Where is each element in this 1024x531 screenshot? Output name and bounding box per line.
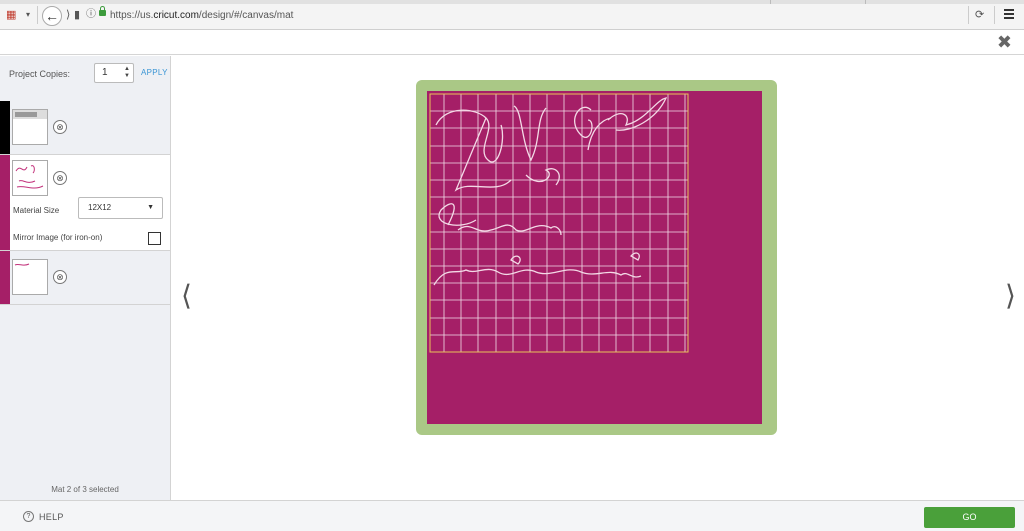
mirror-image-checkbox[interactable] <box>148 232 161 245</box>
help-icon[interactable]: ? <box>23 511 34 522</box>
info-icon[interactable]: ⓘ <box>86 9 96 21</box>
mat-color-strip <box>0 101 10 154</box>
project-copies-label: Project Copies: <box>9 69 71 79</box>
material-sheet <box>427 91 762 424</box>
chevron-down-icon[interactable]: ▾ <box>26 9 30 21</box>
project-copies-stepper[interactable]: 1 ▲ ▼ <box>94 63 134 83</box>
close-icon[interactable]: ✖ <box>997 33 1012 51</box>
mat-selection-status: Mat 2 of 3 selected <box>51 485 119 494</box>
mat-thumbnail[interactable] <box>12 259 48 295</box>
mat-item-3[interactable]: ⊗ <box>0 251 170 305</box>
help-link[interactable]: HELP <box>39 512 64 522</box>
apply-button[interactable]: APPLY <box>141 68 168 77</box>
mat-item-2[interactable]: ⊗ Material Size 12X12 ▼ Mirror Image (fo… <box>0 155 170 251</box>
menu-icon[interactable] <box>1004 9 1014 19</box>
back-button[interactable]: ← <box>42 6 62 26</box>
mat-preview-area: ⟨ ⟩ <box>172 56 1024 500</box>
mat-remove-icon[interactable]: ⊗ <box>53 270 67 284</box>
refresh-icon[interactable]: ⟳ <box>975 8 984 21</box>
mat-remove-icon[interactable]: ⊗ <box>53 120 67 134</box>
material-size-label: Material Size <box>13 206 60 215</box>
previous-mat-icon[interactable]: ⟨ <box>181 279 192 312</box>
mat-thumbnail[interactable] <box>12 109 48 145</box>
project-copies-value: 1 <box>102 67 108 78</box>
forward-icon[interactable]: ⟩ <box>66 9 70 21</box>
mat-color-strip <box>0 155 10 250</box>
app-header: ✖ <box>0 30 1024 55</box>
material-size-dropdown[interactable]: 12X12 ▼ <box>78 197 163 219</box>
tab-strip <box>0 0 1024 4</box>
divider <box>37 6 38 24</box>
material-size-value: 12X12 <box>88 203 112 212</box>
mat-sidebar: Project Copies: 1 ▲ ▼ APPLY ⊗ ⊗ Material … <box>0 56 171 500</box>
lock-icon <box>99 6 106 16</box>
url-prefix: https://us. <box>110 10 154 21</box>
divider <box>968 6 969 24</box>
caret-down-icon: ▼ <box>147 204 154 211</box>
mat-item-1[interactable]: ⊗ <box>0 101 170 155</box>
extensions-icon[interactable]: ▮ <box>74 9 80 21</box>
spinner-arrows-icon[interactable]: ▲ ▼ <box>124 66 130 80</box>
browser-logo-icon[interactable]: ▦ <box>6 9 16 21</box>
app-footer: ? HELP GO <box>0 500 1024 531</box>
url-path: /design/#/canvas/mat <box>198 10 294 21</box>
go-button[interactable]: GO <box>924 507 1015 528</box>
address-bar[interactable]: https://us.cricut.com/design/#/canvas/ma… <box>110 6 968 25</box>
mat-thumbnail[interactable] <box>12 160 48 196</box>
url-host: cricut.com <box>153 10 199 21</box>
mat-color-strip <box>0 251 10 304</box>
mirror-image-label: Mirror Image (for iron-on) <box>13 233 103 242</box>
mat-remove-icon[interactable]: ⊗ <box>53 171 67 185</box>
divider <box>994 6 995 24</box>
next-mat-icon[interactable]: ⟩ <box>1005 279 1016 312</box>
browser-toolbar: ▦ ▾ ← ⟩ ▮ ⓘ https://us.cricut.com/design… <box>0 0 1024 30</box>
cutting-mat[interactable] <box>416 80 778 436</box>
